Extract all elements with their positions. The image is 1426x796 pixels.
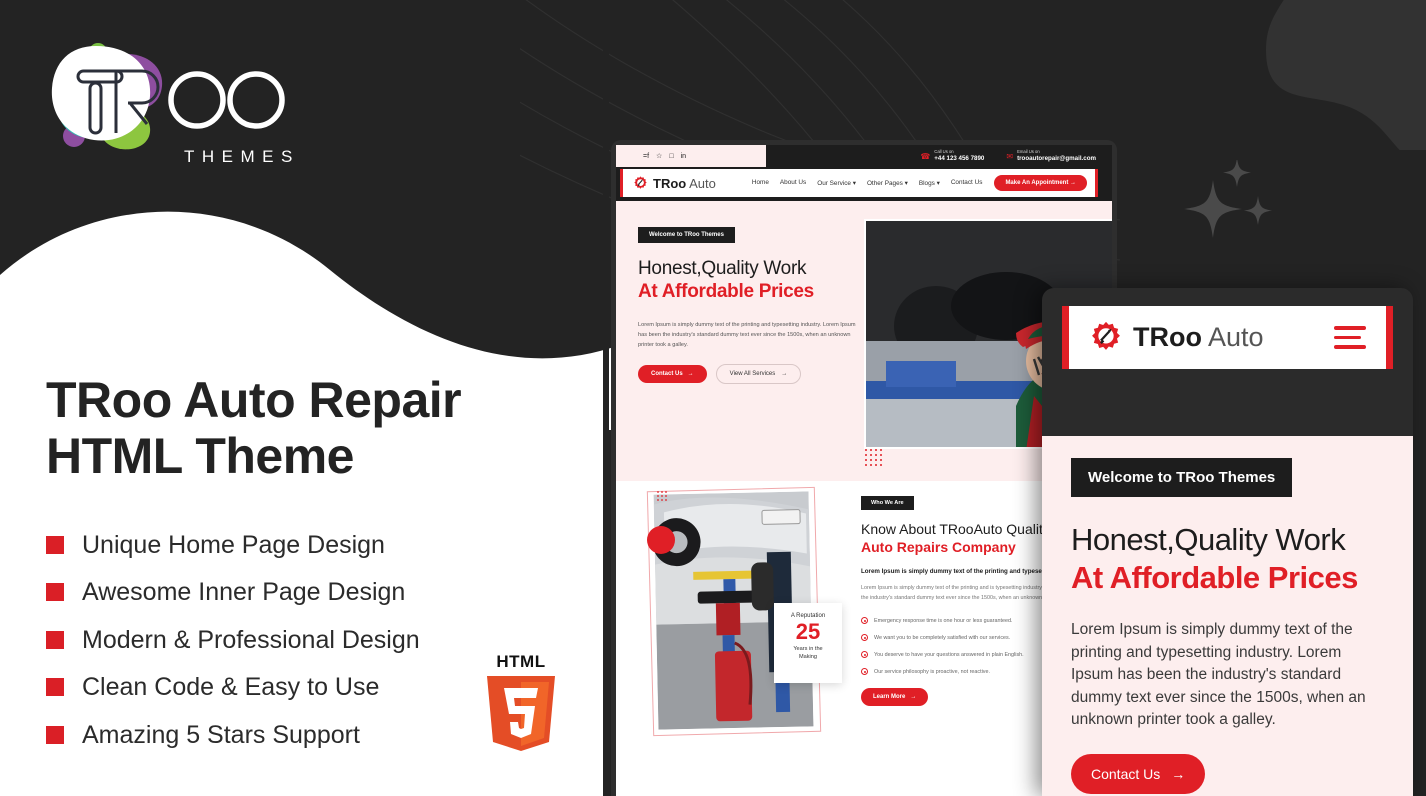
hamburger-icon[interactable]: [1334, 326, 1366, 349]
benefit-label: Emergency response time is one hour or l…: [874, 617, 1013, 624]
square-bullet-icon: [46, 630, 64, 649]
hero-contact-label: Contact Us: [651, 371, 683, 377]
feature-label: Amazing 5 Stars Support: [82, 720, 360, 749]
square-bullet-icon: [46, 678, 64, 697]
envelope-icon: ✉: [1006, 151, 1014, 161]
mobile-hero-title-line2: At Affordable Prices: [1071, 560, 1358, 595]
mobile-hero-badge: Welcome to TRoo Themes: [1071, 458, 1293, 497]
logo-subtitle: THEMES: [184, 147, 300, 166]
site-navbar: TRoo Auto Home About Us Our Service ▾ Ot…: [620, 169, 1098, 197]
feature-label: Unique Home Page Design: [82, 530, 385, 559]
troo-themes-logo: THEMES: [46, 38, 292, 168]
nav-item-services[interactable]: Our Service ▾: [817, 179, 856, 187]
mobile-hero-title-line1: Honest,Quality Work: [1071, 522, 1346, 557]
feature-label: Clean Code & Easy to Use: [82, 673, 380, 702]
headline-line-2: HTML Theme: [46, 428, 355, 484]
reputation-number: 25: [795, 619, 821, 644]
nav-item-other-pages[interactable]: Other Pages ▾: [867, 179, 908, 187]
call-value: +44 123 456 7890: [934, 155, 985, 162]
mobile-hero-section: Welcome to TRoo Themes Honest,Quality Wo…: [1042, 436, 1413, 796]
arrow-right-icon: →: [1171, 765, 1186, 782]
html5-word: HTML: [496, 652, 545, 671]
nav-item-blogs[interactable]: Blogs ▾: [919, 179, 940, 187]
dot-pattern-decoration: [865, 449, 882, 466]
mobile-site-logo[interactable]: TRoo Auto: [1089, 321, 1264, 355]
reputation-card: A Reputation 25 Years in the Making: [774, 603, 842, 683]
html5-logo-icon: HTML: [487, 652, 555, 751]
nav-links: Home About Us Our Service ▾ Other Pages …: [752, 179, 983, 187]
about-badge: Who We Are: [861, 496, 914, 510]
mobile-contact-button[interactable]: Contact Us →: [1071, 753, 1206, 794]
site-brand-text: TRoo Auto: [653, 175, 716, 191]
corner-blob-decoration: [1266, 0, 1426, 150]
logo-mark-icon: [51, 43, 163, 150]
phone-icon: ☎: [920, 151, 931, 161]
mobile-brand-text: TRoo Auto: [1133, 322, 1264, 352]
square-bullet-icon: [46, 535, 64, 554]
hero-title-line1: Honest,Quality Work: [638, 258, 807, 279]
check-circle-icon: [861, 651, 868, 658]
instagram-icon[interactable]: □: [669, 153, 673, 160]
mobile-mockup: TRoo Auto Welcome to TRoo Themes Honest,…: [1042, 288, 1413, 796]
promo-banner: THEMES TRoo Auto Repair HTML Theme Uniqu…: [0, 0, 1426, 796]
phone-contact[interactable]: ☎ Call Us on +44 123 456 7890: [920, 149, 984, 163]
nav-item-contact[interactable]: Contact Us: [951, 179, 983, 187]
site-logo[interactable]: TRoo Auto: [633, 176, 716, 191]
panel-edge: [603, 0, 609, 796]
mobile-contact-label: Contact Us: [1091, 765, 1161, 782]
make-appointment-button[interactable]: Make An Appointment →: [994, 175, 1087, 191]
gear-wrench-icon: [1092, 321, 1120, 350]
feature-label: Awesome Inner Page Design: [82, 578, 406, 607]
check-circle-icon: [861, 617, 868, 624]
mobile-navbar: TRoo Auto: [1062, 306, 1393, 369]
nav-item-home[interactable]: Home: [752, 179, 769, 187]
hero-buttons: Contact Us → View All Services →: [638, 364, 870, 384]
arrow-right-icon: →: [910, 694, 917, 700]
red-circle-decoration: [647, 526, 675, 554]
twitter-icon[interactable]: ☆: [656, 152, 662, 160]
linkedin-icon[interactable]: in: [681, 153, 686, 160]
list-item: Unique Home Page Design: [46, 521, 566, 569]
mobile-hero-paragraph: Lorem Ipsum is simply dummy text of the …: [1071, 621, 1366, 728]
hero-services-button[interactable]: View All Services →: [715, 364, 802, 384]
arrow-right-icon: →: [687, 371, 694, 377]
topbar-contacts: ☎ Call Us on +44 123 456 7890 ✉ Email Us…: [920, 149, 1112, 163]
hero-section: Welcome to TRoo Themes Honest,Quality Wo…: [616, 201, 1112, 481]
benefit-label: You deserve to have your questions answe…: [874, 651, 1024, 658]
gear-wrench-icon: [634, 175, 647, 189]
benefit-label: We want you to be completely satisfied w…: [874, 634, 1011, 641]
sparkle-decoration: [1184, 160, 1272, 238]
hero-badge: Welcome to TRoo Themes: [638, 227, 735, 243]
hero-copy: Welcome to TRoo Themes Honest,Quality Wo…: [638, 223, 870, 384]
square-bullet-icon: [46, 583, 64, 602]
hero-contact-button[interactable]: Contact Us →: [638, 365, 707, 383]
feature-label: Modern & Professional Design: [82, 625, 420, 654]
list-item: Awesome Inner Page Design: [46, 569, 566, 617]
site-topbar: =f ☆ □ in ☎ Call Us on +44 123 456 7890 …: [616, 145, 1112, 167]
site-nav-wrapper: TRoo Auto Home About Us Our Service ▾ Ot…: [616, 167, 1112, 201]
hero-services-label: View All Services: [729, 371, 776, 377]
square-bullet-icon: [46, 725, 64, 744]
reputation-bottom-label: Years in the Making: [793, 646, 823, 660]
desktop-screen: =f ☆ □ in ☎ Call Us on +44 123 456 7890 …: [616, 145, 1112, 796]
hero-paragraph: Lorem Ipsum is simply dummy text of the …: [638, 322, 856, 348]
dot-pattern-decoration: [657, 491, 667, 501]
hero-title-line2: At Affordable Prices: [638, 281, 814, 302]
logo-oo-letters: [168, 71, 285, 129]
check-circle-icon: [861, 634, 868, 641]
email-value: trooautorepair@gmail.com: [1017, 155, 1096, 162]
page-title: TRoo Auto Repair HTML Theme: [46, 372, 566, 484]
learn-more-button[interactable]: Learn More →: [861, 688, 929, 706]
check-circle-icon: [861, 668, 868, 675]
email-contact[interactable]: ✉ Email Us on trooautorepair@gmail.com: [1006, 149, 1096, 163]
social-links[interactable]: =f ☆ □ in: [616, 152, 686, 161]
learn-more-label: Learn More: [873, 694, 906, 700]
headline-line-1: TRoo Auto Repair: [46, 372, 462, 428]
facebook-icon[interactable]: =f: [643, 153, 649, 160]
nav-item-about[interactable]: About Us: [780, 179, 806, 187]
about-section: A Reputation 25 Years in the Making Who …: [616, 481, 1112, 796]
arrow-right-icon: →: [781, 371, 788, 377]
benefit-label: Our service philosophy is proactive, not…: [874, 668, 990, 675]
